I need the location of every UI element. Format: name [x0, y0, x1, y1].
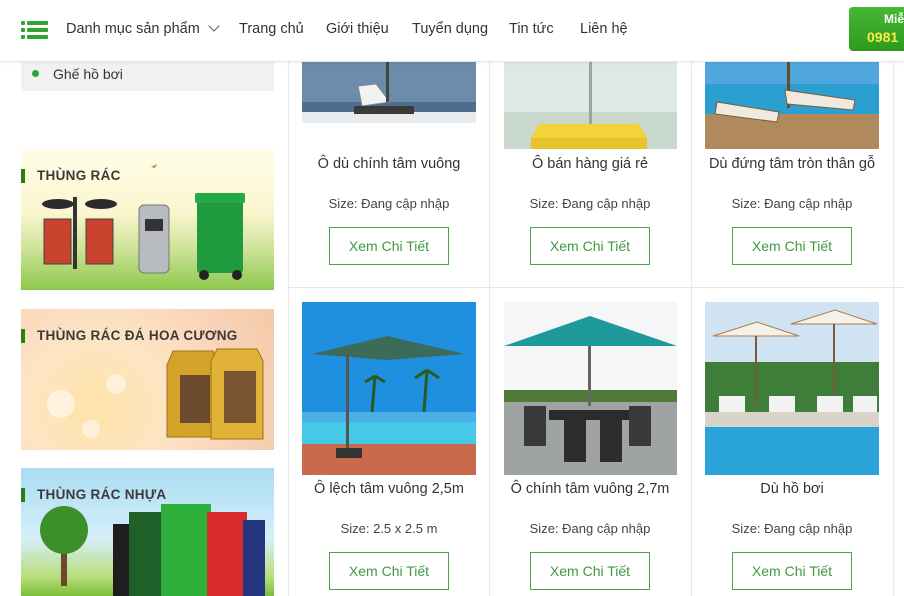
hotline-button[interactable]: Miễ 0981	[849, 7, 904, 51]
product-image	[302, 302, 476, 475]
nav-news[interactable]: Tin tức	[509, 21, 554, 37]
product-size: Size: Đang cập nhập	[731, 196, 853, 211]
site-header: Danh mục sản phẩm Trang chủ Giới thiệu T…	[0, 0, 904, 62]
product-image	[504, 302, 677, 475]
product-name[interactable]: Ô chính tâm vuông 2,7m	[489, 481, 691, 497]
nav-home[interactable]: Trang chủ	[239, 21, 304, 37]
nav-about[interactable]: Giới thiệu	[326, 21, 389, 37]
product-name[interactable]: Ô lệch tâm vuông 2,5m	[288, 481, 490, 497]
hotline-phone: 0981	[867, 29, 899, 45]
product-image[interactable]	[705, 62, 879, 149]
product-card: Dù đứng tâm tròn thân gỗ Size: Đang cập …	[691, 62, 893, 287]
product-image[interactable]	[302, 62, 476, 123]
banner-plastic-trash-bins[interactable]: THÙNG RÁC NHỰA	[21, 468, 274, 596]
product-card: Ô chính tâm vuông 2,7m Size: Đang cập nh…	[489, 288, 691, 596]
banner-title: THÙNG RÁC ĐÁ HOA CƯƠNG	[21, 329, 238, 343]
hamburger-menu-icon[interactable]	[21, 21, 48, 39]
product-size: Size: Đang cập nhập	[529, 521, 651, 536]
product-image[interactable]	[705, 302, 879, 475]
categories-label: Danh mục sản phẩm	[66, 21, 200, 37]
product-card: Ô lệch tâm vuông 2,5m Size: 2.5 x 2.5 m …	[288, 288, 490, 596]
view-details-button[interactable]: Xem Chi Tiết	[329, 227, 449, 265]
sidebar-item-pool-chair[interactable]: Ghế hồ bơi	[21, 60, 274, 91]
nav-contact[interactable]: Liên hệ	[580, 21, 628, 37]
banner-granite-trash-bins[interactable]: THÙNG RÁC ĐÁ HOA CƯƠNG	[21, 309, 274, 450]
product-size: Size: 2.5 x 2.5 m	[340, 521, 438, 536]
product-name[interactable]: Dù đứng tâm tròn thân gỗ	[691, 156, 893, 172]
product-image	[302, 62, 476, 123]
view-details-button[interactable]: Xem Chi Tiết	[732, 227, 852, 265]
chevron-down-icon	[208, 20, 220, 32]
grid-divider	[893, 62, 894, 596]
product-image	[504, 62, 677, 149]
nav-careers[interactable]: Tuyển dụng	[412, 21, 488, 37]
product-image[interactable]	[302, 302, 476, 475]
banner-title: THÙNG RÁC	[21, 169, 121, 183]
view-details-button[interactable]: Xem Chi Tiết	[329, 552, 449, 590]
view-details-button[interactable]: Xem Chi Tiết	[530, 552, 650, 590]
product-name[interactable]: Dù hồ bơi	[691, 481, 893, 497]
product-size: Size: Đang cập nhập	[731, 521, 853, 536]
product-name[interactable]: Ô bán hàng giá rẻ	[489, 156, 691, 172]
product-image[interactable]	[504, 62, 677, 149]
product-card: Dù hồ bơi Size: Đang cập nhập Xem Chi Ti…	[691, 288, 893, 596]
product-image	[705, 62, 879, 149]
bullet-icon	[32, 70, 39, 77]
sidebar-item-label: Ghế hồ bơi	[53, 66, 123, 82]
product-size: Size: Đang cập nhập	[529, 196, 651, 211]
view-details-button[interactable]: Xem Chi Tiết	[530, 227, 650, 265]
product-card: Ô dù chính tâm vuông Size: Đang cập nhập…	[288, 62, 490, 287]
product-card: Ô bán hàng giá rẻ Size: Đang cập nhập Xe…	[489, 62, 691, 287]
product-name[interactable]: Ô dù chính tâm vuông	[288, 156, 490, 172]
hotline-label: Miễ	[884, 12, 904, 26]
banner-title: THÙNG RÁC NHỰA	[21, 488, 166, 502]
categories-dropdown[interactable]: Danh mục sản phẩm	[66, 20, 220, 37]
banner-trash-bins[interactable]: THÙNG RÁC	[21, 149, 274, 290]
view-details-button[interactable]: Xem Chi Tiết	[732, 552, 852, 590]
product-size: Size: Đang cập nhập	[328, 196, 450, 211]
product-image[interactable]	[504, 302, 677, 475]
product-image	[705, 302, 879, 475]
